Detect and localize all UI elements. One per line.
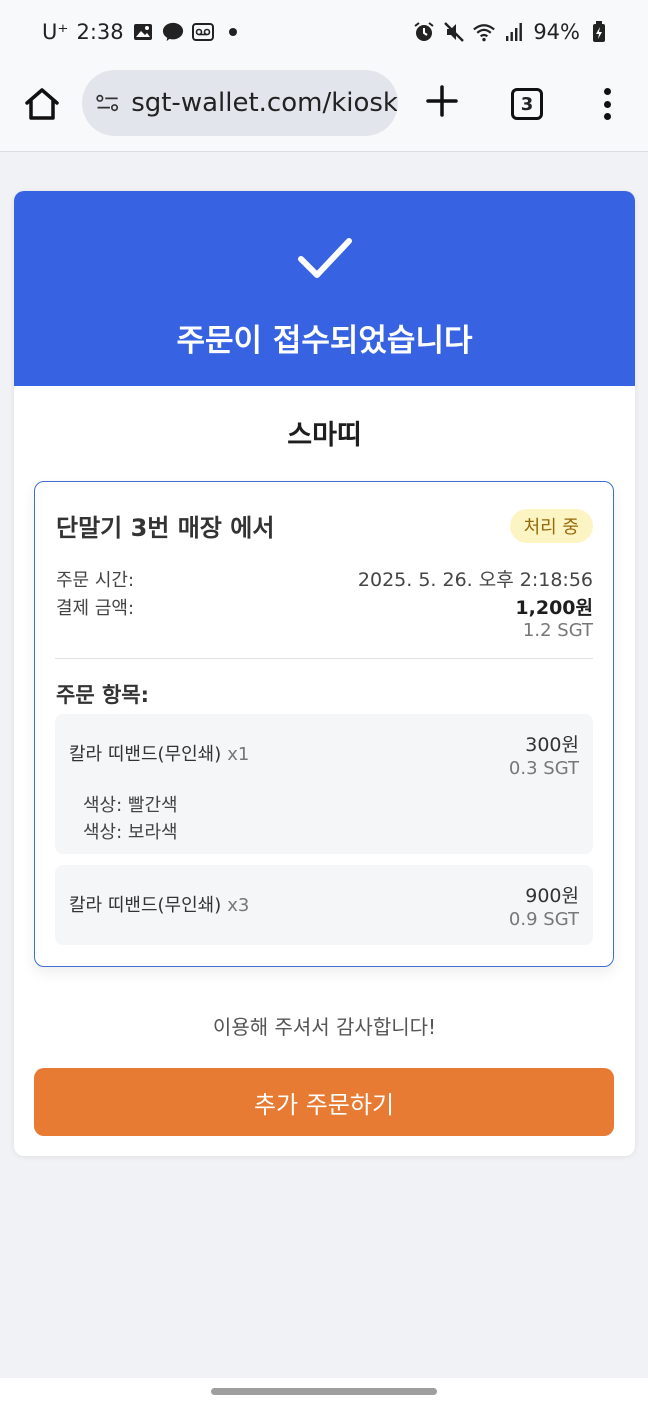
plus-icon <box>426 85 458 117</box>
status-badge: 처리 중 <box>509 509 593 543</box>
list-item: 칼라 띠밴드(무인쇄) x3 900원 0.9 SGT <box>55 865 593 945</box>
address-bar[interactable]: sgt-wallet.com/kiosk <box>82 70 398 136</box>
carrier-label: U⁺ <box>42 20 69 44</box>
status-time: 2:38 <box>76 20 124 44</box>
url-text[interactable]: sgt-wallet.com/kiosk <box>131 88 398 118</box>
order-location: 단말기 3번 매장 에서 <box>56 514 275 542</box>
item-name-line: 칼라 띠밴드(무인쇄) x1 <box>69 740 249 766</box>
item-name: 칼라 띠밴드(무인쇄) <box>69 744 222 765</box>
kakaotalk-icon <box>162 21 184 43</box>
mute-icon <box>443 21 465 43</box>
additional-order-button[interactable]: 추가 주문하기 <box>34 1068 614 1136</box>
signal-icon <box>503 21 525 43</box>
navigation-bar <box>0 1378 648 1404</box>
alarm-icon <box>413 21 435 43</box>
home-icon <box>25 88 59 120</box>
order-details: 단말기 3번 매장 에서 처리 중 주문 시간: 2025. 5. 26. 오후… <box>34 481 614 967</box>
confirmation-header: 주문이 접수되었습니다 <box>14 191 635 386</box>
status-bar: U⁺ 2:38 94% <box>0 0 648 70</box>
order-confirmation-card: 주문이 접수되었습니다 스마띠 단말기 3번 매장 에서 처리 중 주문 시간:… <box>14 191 635 1156</box>
item-name-line: 칼라 띠밴드(무인쇄) x3 <box>69 891 249 917</box>
payment-amount-sgt: 1.2 SGT <box>522 620 593 641</box>
item-qty: x3 <box>227 895 250 916</box>
wifi-icon <box>473 21 496 43</box>
status-right: 94% <box>413 20 610 44</box>
voicemail-icon <box>191 21 214 43</box>
payment-amount-won: 1,200원 <box>515 597 593 619</box>
order-time-label: 주문 시간: <box>56 570 135 591</box>
gallery-icon <box>132 21 154 43</box>
battery-percent: 94% <box>533 20 580 44</box>
browser-toolbar: sgt-wallet.com/kiosk 3 <box>0 70 648 152</box>
divider <box>55 658 593 659</box>
home-button[interactable] <box>22 84 62 124</box>
payment-amount-label: 결제 금액: <box>56 598 135 619</box>
item-price-sgt: 0.3 SGT <box>508 758 579 779</box>
tab-switcher-button[interactable]: 3 <box>511 88 543 120</box>
gesture-handle[interactable] <box>211 1388 437 1395</box>
order-time-value: 2025. 5. 26. 오후 2:18:56 <box>357 569 593 591</box>
list-item: 칼라 띠밴드(무인쇄) x1 300원 0.3 SGT 색상: 빨간색 색상: 보… <box>55 714 593 854</box>
dot-icon <box>222 21 244 43</box>
item-option: 색상: 빨간색 <box>83 795 178 816</box>
check-icon <box>298 238 352 278</box>
item-price-won: 900원 <box>525 885 579 907</box>
site-settings-icon[interactable] <box>96 91 119 115</box>
item-option: 색상: 보라색 <box>83 822 178 843</box>
item-qty: x1 <box>227 744 250 765</box>
more-vert-icon[interactable] <box>596 84 618 124</box>
confirmation-title: 주문이 접수되었습니다 <box>176 323 473 359</box>
order-items-title: 주문 항목: <box>56 683 149 707</box>
new-tab-button[interactable] <box>424 83 460 119</box>
item-price-won: 300원 <box>525 734 579 756</box>
item-name: 칼라 띠밴드(무인쇄) <box>69 895 222 916</box>
status-left: U⁺ 2:38 <box>42 20 244 44</box>
item-price-sgt: 0.9 SGT <box>508 909 579 930</box>
battery-charging-icon <box>588 21 610 43</box>
thanks-message: 이용해 주셔서 감사합니다! <box>212 1015 437 1039</box>
store-name: 스마띠 <box>287 420 362 451</box>
